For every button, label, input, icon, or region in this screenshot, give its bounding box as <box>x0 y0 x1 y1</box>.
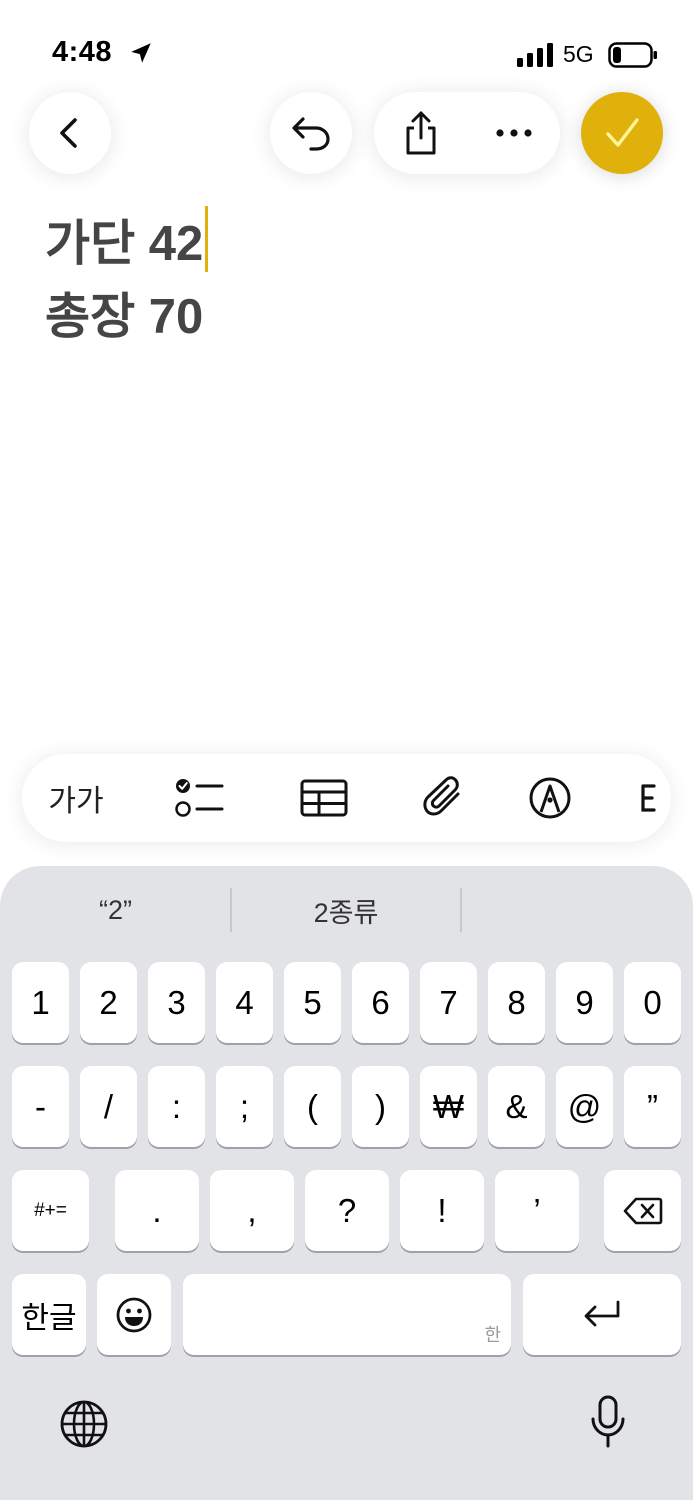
key-semicolon[interactable]: ; <box>216 1066 273 1147</box>
space-key[interactable]: 한 <box>183 1274 511 1355</box>
globe-button[interactable] <box>56 1396 112 1452</box>
key-5[interactable]: 5 <box>284 962 341 1043</box>
partial-tool-icon <box>641 784 656 812</box>
key-4[interactable]: 4 <box>216 962 273 1043</box>
checklist-icon <box>175 779 224 817</box>
location-arrow-icon <box>131 43 151 63</box>
back-button[interactable] <box>29 92 111 174</box>
done-button[interactable] <box>581 92 663 174</box>
key-comma[interactable]: , <box>210 1170 294 1251</box>
undo-button[interactable] <box>270 92 352 174</box>
key-won[interactable]: ₩ <box>420 1066 477 1147</box>
suggestion-item[interactable]: “2” <box>0 866 231 954</box>
symbols-key[interactable]: #+= <box>12 1170 89 1251</box>
table-icon <box>300 779 348 817</box>
attachment-button[interactable] <box>394 754 494 842</box>
note-line[interactable]: 가단 42 <box>45 206 209 281</box>
key-6[interactable]: 6 <box>352 962 409 1043</box>
key-3[interactable]: 3 <box>148 962 205 1043</box>
key-7[interactable]: 7 <box>420 962 477 1043</box>
key-hyphen[interactable]: - <box>12 1066 69 1147</box>
emoji-icon <box>116 1297 152 1332</box>
key-at[interactable]: @ <box>556 1066 613 1147</box>
key-1[interactable]: 1 <box>12 962 69 1043</box>
key-9[interactable]: 9 <box>556 962 613 1043</box>
globe-icon <box>60 1400 108 1448</box>
backspace-icon <box>623 1197 662 1224</box>
key-apostrophe[interactable]: ’ <box>495 1170 579 1251</box>
share-icon <box>406 111 435 155</box>
chevron-left-icon <box>60 118 77 148</box>
share-button[interactable] <box>374 92 467 174</box>
key-question[interactable]: ? <box>305 1170 389 1251</box>
key-ampersand[interactable]: & <box>488 1066 545 1147</box>
key-colon[interactable]: : <box>148 1066 205 1147</box>
table-button[interactable] <box>274 754 374 842</box>
network-type: 5G <box>563 41 594 67</box>
battery-icon <box>608 42 657 68</box>
key-quote[interactable]: ” <box>624 1066 681 1147</box>
dictation-button[interactable] <box>580 1392 636 1452</box>
return-key[interactable] <box>523 1274 681 1355</box>
status-time: 4:48 <box>52 36 113 68</box>
cellular-signal-icon <box>517 43 553 67</box>
text-style-label: 가가 <box>48 785 104 818</box>
key-period[interactable]: . <box>115 1170 199 1251</box>
key-slash[interactable]: / <box>80 1066 137 1147</box>
checklist-button[interactable] <box>150 754 250 842</box>
delete-key[interactable] <box>604 1170 681 1251</box>
ellipsis-icon <box>495 129 532 137</box>
emoji-key[interactable] <box>97 1274 171 1355</box>
space-language-hint: 한 <box>484 1325 501 1345</box>
korean-key[interactable]: 한글 <box>12 1274 86 1355</box>
key-open-paren[interactable]: ( <box>284 1066 341 1147</box>
action-pill <box>374 92 560 174</box>
text-cursor <box>205 206 209 272</box>
key-0[interactable]: 0 <box>624 962 681 1043</box>
note-body[interactable]: 가단 42 총장 70 <box>45 206 209 354</box>
more-tools-button[interactable] <box>640 754 671 842</box>
status-bar: 4:48 5G <box>0 0 693 100</box>
text-style-button[interactable]: 가가 <box>30 754 122 842</box>
markup-button[interactable] <box>500 754 600 842</box>
key-exclamation[interactable]: ! <box>400 1170 484 1251</box>
suggestion-item[interactable] <box>461 866 693 954</box>
suggestion-item[interactable]: 2종류 <box>231 866 461 954</box>
key-8[interactable]: 8 <box>488 962 545 1043</box>
checkmark-icon <box>606 118 639 147</box>
undo-icon <box>292 117 330 151</box>
note-line[interactable]: 총장 70 <box>45 281 208 354</box>
more-button[interactable] <box>467 92 560 174</box>
pen-tip-icon <box>529 777 571 819</box>
paperclip-icon <box>423 776 460 816</box>
return-icon <box>584 1300 620 1326</box>
microphone-icon <box>591 1395 625 1448</box>
key-2[interactable]: 2 <box>80 962 137 1043</box>
formatting-toolbar: 가가 <box>22 754 671 842</box>
keyboard: “2” 2종류 1 2 3 4 5 6 7 8 9 0 - / : ; ( ) … <box>0 866 693 1500</box>
key-close-paren[interactable]: ) <box>352 1066 409 1147</box>
